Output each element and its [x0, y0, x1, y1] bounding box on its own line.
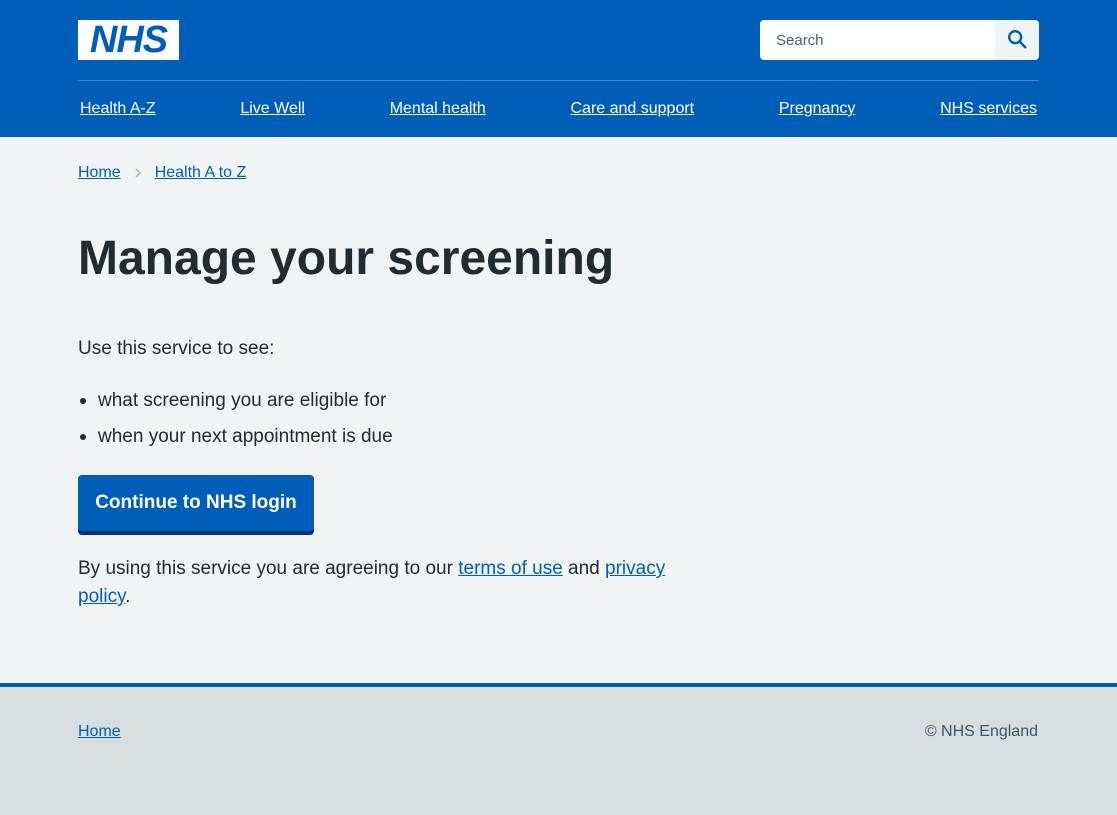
search-input[interactable] — [760, 20, 995, 60]
search-form — [760, 20, 1039, 60]
continue-to-nhs-login-button[interactable]: Continue to NHS login — [78, 475, 314, 531]
search-button[interactable] — [995, 20, 1039, 60]
nhs-logo[interactable]: NHS — [78, 20, 179, 60]
footer-home-link[interactable]: Home — [78, 723, 121, 741]
nav-nhs-services[interactable]: NHS services — [938, 100, 1039, 118]
agreement-prefix: By using this service you are agreeing t… — [78, 558, 459, 579]
page-title: Manage your screening — [78, 232, 615, 285]
main-navigation: Health A-Z Live Well Mental health Care … — [78, 81, 1039, 137]
site-footer: Home © NHS England — [0, 683, 1117, 815]
eligibility-list: what screening you are eligible for when… — [78, 388, 393, 460]
list-item: when your next appointment is due — [78, 424, 393, 450]
search-icon — [1006, 28, 1028, 53]
footer-copyright: © NHS England — [924, 723, 1038, 740]
nav-care-and-support[interactable]: Care and support — [568, 100, 696, 118]
chevron-right-icon — [121, 167, 155, 179]
nhs-logo-text: NHS — [89, 19, 168, 61]
site-header: NHS Health A-Z Live Well Mental health C… — [0, 0, 1117, 137]
breadcrumb: Home Health A to Z — [78, 163, 246, 183]
breadcrumb-health-a-to-z[interactable]: Health A to Z — [155, 164, 247, 182]
terms-of-use-link[interactable]: terms of use — [458, 558, 563, 579]
agreement-middle: and — [562, 558, 606, 579]
nav-health-a-z[interactable]: Health A-Z — [78, 100, 158, 118]
intro-text: Use this service to see: — [78, 338, 275, 359]
agreement-suffix: . — [125, 586, 131, 607]
agreement-text: By using this service you are agreeing t… — [78, 555, 708, 611]
breadcrumb-home[interactable]: Home — [78, 164, 121, 182]
list-item: what screening you are eligible for — [78, 388, 393, 414]
nav-mental-health[interactable]: Mental health — [388, 100, 488, 118]
nav-live-well[interactable]: Live Well — [238, 100, 307, 118]
nav-pregnancy[interactable]: Pregnancy — [777, 100, 858, 118]
